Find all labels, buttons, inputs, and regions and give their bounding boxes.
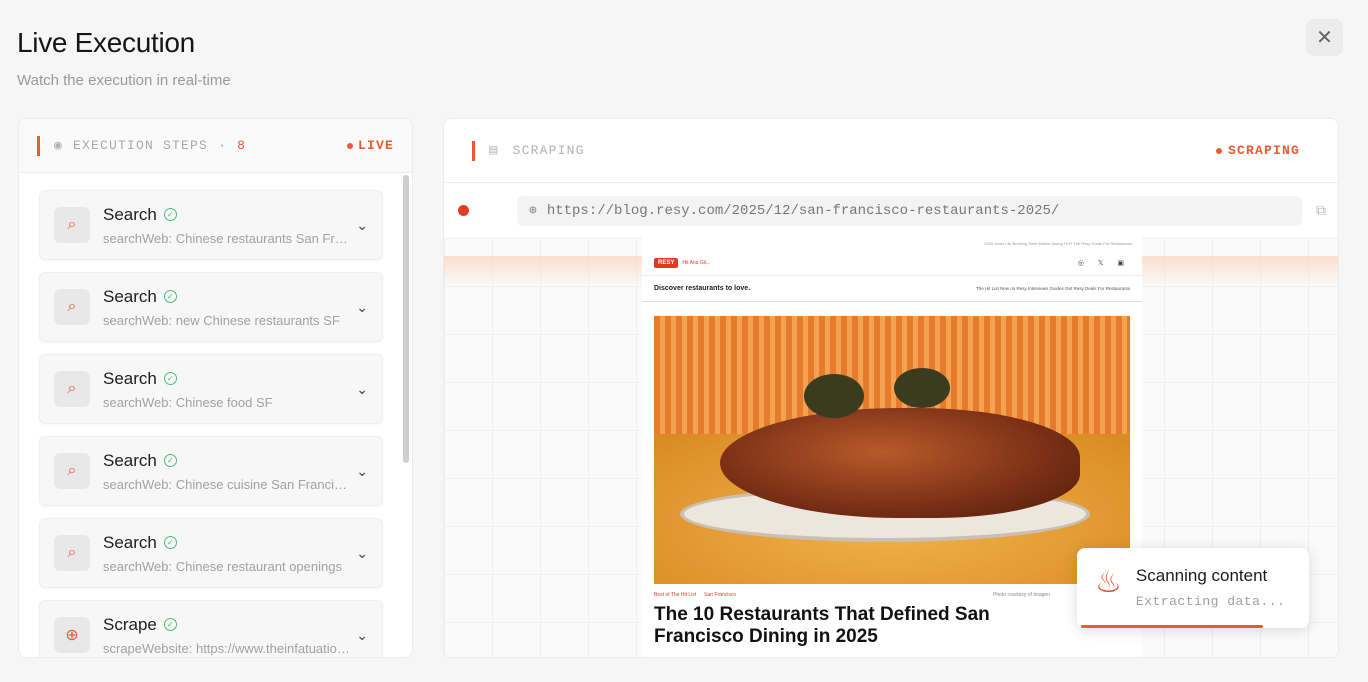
recording-dot-icon <box>458 205 469 216</box>
step-name: Search <box>103 368 157 388</box>
resy-logo-sub: Hit Ana Gil... <box>682 259 711 266</box>
browser-header: ▤ SCRAPING SCRAPING <box>444 119 1338 183</box>
toast-title: Scanning content <box>1135 566 1268 585</box>
article-meta: Best of The Hit List San Francisco Photo… <box>642 584 1142 598</box>
search-icon: ⌕ <box>54 371 90 407</box>
chevron-down-icon[interactable]: ⌄ <box>356 463 368 480</box>
chevron-down-icon[interactable]: ⌄ <box>356 381 368 398</box>
steps-label: EXECUTION STEPS <box>73 138 209 153</box>
toast-subtitle: Extracting data... <box>1135 594 1286 609</box>
step-description: searchWeb: Chinese food SF <box>103 394 273 410</box>
chevron-down-icon[interactable]: ⌄ <box>356 627 368 644</box>
site-tagline: Discover restaurants to love. <box>654 285 751 292</box>
check-icon: ✓ <box>163 208 177 221</box>
step-description: searchWeb: new Chinese restaurants SF <box>103 312 340 328</box>
step-name: Search <box>103 450 157 470</box>
chevron-down-icon[interactable]: ⌄ <box>356 545 368 562</box>
eye-icon: ◉ <box>54 138 64 153</box>
hero-image <box>654 316 1130 584</box>
step-name: Search <box>103 286 157 306</box>
execution-steps-panel: ◉ EXECUTION STEPS · 8 LIVE ⌕ Search ✓ sea… <box>18 118 413 658</box>
url-bar: ⊕ https://blog.resy.com/2025/12/san-fran… <box>444 183 1338 238</box>
step-description: searchWeb: Chinese restaurant openings <box>103 558 342 574</box>
accent-bar <box>472 140 475 161</box>
globe-icon: ⊕ <box>54 617 90 653</box>
search-icon: ⌕ <box>54 535 90 571</box>
live-badge: LIVE <box>346 138 394 153</box>
step-description: searchWeb: Chinese restaurants San Franc… <box>103 230 349 246</box>
resy-page-preview: 2025 Sushi Lilo Brewing Shim Mobile Dini… <box>642 238 1142 657</box>
site-nav-links: The Hit List New on Resy Interviews Guid… <box>975 286 1130 291</box>
social-icons: ◎ 𝕏 ▣ <box>1077 259 1130 267</box>
search-icon: ⌕ <box>54 289 90 325</box>
article-headline: The 10 Restaurants That Defined San Fran… <box>654 604 990 647</box>
globe-icon: ⊕ <box>529 203 537 218</box>
step-item[interactable]: ⌕ Search ✓ searchWeb: Chinese cuisine San… <box>39 436 383 506</box>
document-icon: ▤ <box>489 143 499 159</box>
steps-header: ◉ EXECUTION STEPS · 8 LIVE <box>19 119 412 173</box>
search-icon: ⌕ <box>54 453 90 489</box>
progress-bar <box>1081 625 1263 628</box>
step-description: searchWeb: Chinese cuisine San Francisco <box>103 476 349 492</box>
external-link-icon[interactable]: ⧉ <box>1316 202 1326 219</box>
browser-label: SCRAPING <box>512 143 585 158</box>
step-description: scrapeWebsite: https://www.theinfatuatio… <box>103 640 349 656</box>
accent-bar <box>37 135 40 156</box>
page-title: Live Execution <box>17 27 195 58</box>
article-tag: San Francisco <box>704 592 737 598</box>
step-item[interactable]: ⌕ Search ✓ searchWeb: Chinese food SF ⌄ <box>39 354 383 424</box>
check-icon: ✓ <box>163 454 177 467</box>
page-subtitle: Watch the execution in real-time <box>17 72 231 89</box>
step-item[interactable]: ⌕ Search ✓ searchWeb: new Chinese restaur… <box>39 272 383 342</box>
scrollbar[interactable] <box>403 175 409 463</box>
step-name: Search <box>103 204 157 224</box>
site-top-links: 2025 Sushi Lilo Brewing Shim Mobile Dini… <box>984 241 1132 246</box>
scraping-badge: SCRAPING <box>1215 143 1300 158</box>
step-item[interactable]: ⌕ Search ✓ searchWeb: Chinese restaurants… <box>39 190 383 260</box>
url-text: https://blog.resy.com/2025/12/san-franci… <box>546 202 1060 219</box>
url-field[interactable]: ⊕ https://blog.resy.com/2025/12/san-fran… <box>517 195 1302 226</box>
site-header: RESY Hit Ana Gil... ◎ 𝕏 ▣ <box>642 250 1142 276</box>
steps-list: ⌕ Search ✓ searchWeb: Chinese restaurants… <box>19 173 400 657</box>
step-item[interactable]: ⊕ Scrape ✓ scrapeWebsite: https://www.the… <box>39 600 383 657</box>
chevron-down-icon[interactable]: ⌄ <box>356 299 368 316</box>
resy-logo: RESY <box>654 257 679 268</box>
step-item[interactable]: ⌕ Search ✓ searchWeb: Chinese restaurant … <box>39 518 383 588</box>
steps-count: 8 <box>237 138 247 153</box>
step-name: Scrape <box>103 614 157 634</box>
check-icon: ✓ <box>163 372 177 385</box>
check-icon: ✓ <box>163 536 177 549</box>
search-icon: ⌕ <box>54 207 90 243</box>
photo-credit: Photo courtesy of Imagen <box>993 592 1050 598</box>
close-button[interactable]: ✕ <box>1306 19 1343 56</box>
check-icon: ✓ <box>163 290 177 303</box>
site-nav: Discover restaurants to love. The Hit Li… <box>642 276 1142 302</box>
step-name: Search <box>103 532 157 552</box>
scanning-toast: ♨ Scanning content Extracting data... <box>1077 548 1309 628</box>
steps-separator: · <box>218 138 228 153</box>
flame-icon: ♨ <box>1095 566 1122 599</box>
chevron-down-icon[interactable]: ⌄ <box>356 217 368 234</box>
check-icon: ✓ <box>163 618 177 631</box>
close-icon: ✕ <box>1316 27 1333 49</box>
article-tag: Best of The Hit List <box>654 592 697 598</box>
